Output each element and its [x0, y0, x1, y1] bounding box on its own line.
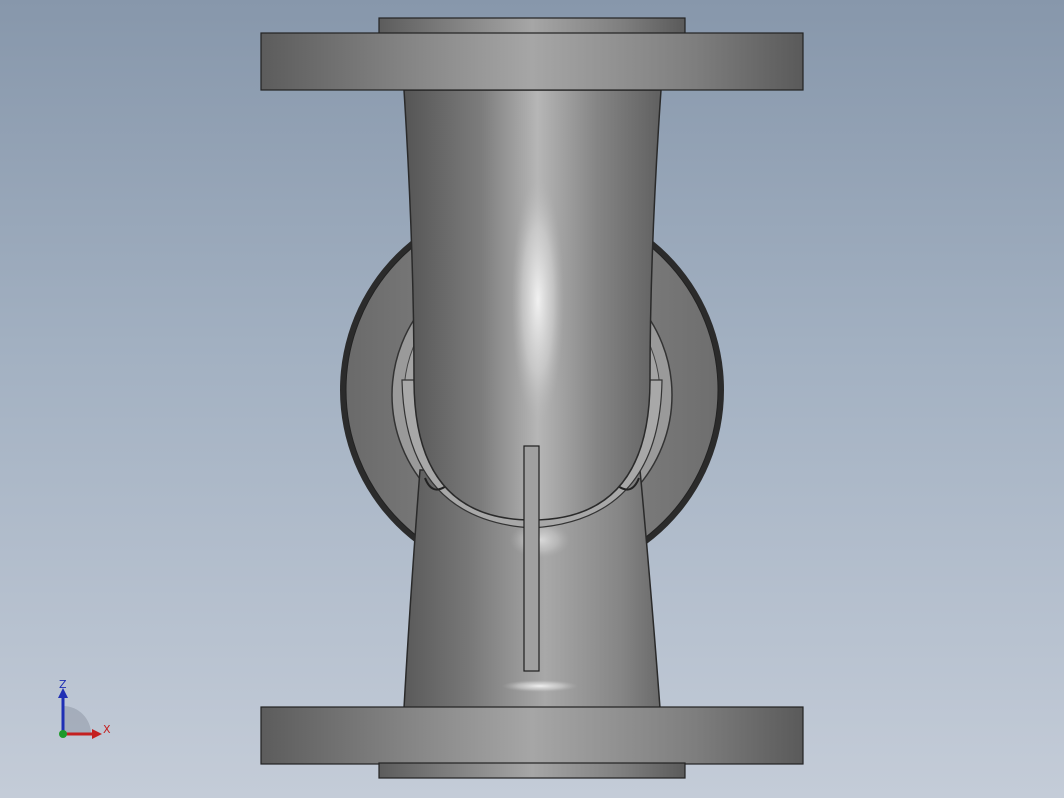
top-flange — [260, 17, 804, 91]
triad-plane — [63, 706, 91, 734]
coordinate-triad: Z X — [48, 676, 118, 746]
x-axis-label: X — [103, 723, 111, 736]
elbow-highlight — [512, 178, 564, 422]
cad-viewport[interactable]: Z X — [0, 0, 1064, 798]
x-axis-arrow — [92, 729, 102, 739]
z-axis-label: Z — [59, 678, 67, 691]
triad-origin — [59, 730, 67, 738]
valve-model[interactable] — [0, 0, 1064, 798]
lower-body-highlight — [502, 680, 578, 692]
valve-stem — [523, 445, 540, 672]
bottom-flange — [260, 706, 804, 779]
